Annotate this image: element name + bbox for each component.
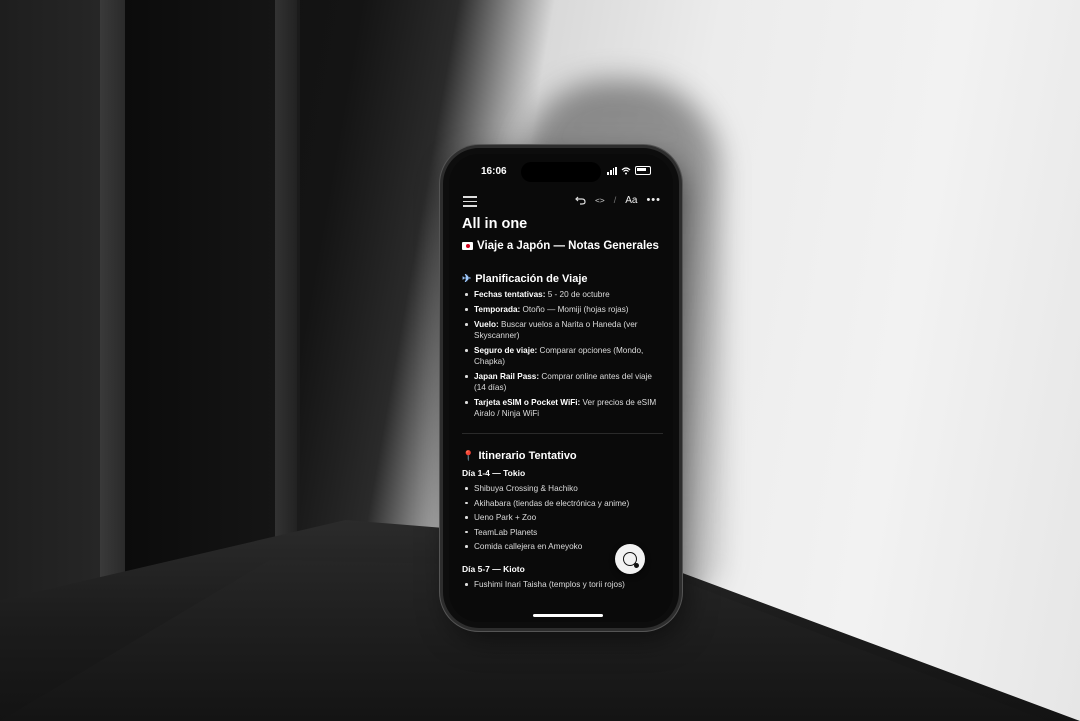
status-bar: 16:06 — [449, 154, 673, 184]
item-label: Vuelo: — [474, 320, 499, 329]
list-item: Seguro de viaje: Comparar opciones (Mond… — [462, 345, 663, 367]
wifi-icon — [621, 166, 631, 174]
list-item: Shibuya Crossing & Hachiko — [462, 483, 663, 494]
page-title: All in one — [462, 216, 528, 232]
signal-icon — [607, 166, 617, 175]
chat-icon — [623, 552, 639, 568]
shelf-panel — [125, 0, 275, 590]
list-item: Temporada: Otoño — Momiji (hojas rojas) — [462, 304, 663, 315]
list-item: Fechas tentativas: 5 - 20 de octubre — [462, 289, 663, 300]
divider — [462, 433, 663, 434]
battery-icon — [635, 166, 651, 175]
item-label: Temporada: — [474, 305, 521, 314]
phone: 16:06 <> / Aa ••• All in one Viaje a Jap… — [443, 148, 679, 628]
shelf-panel — [0, 0, 100, 640]
editor-toolbar: <> / Aa ••• — [449, 192, 673, 212]
note-content[interactable]: All in one Viaje a Japón — Notas General… — [462, 216, 663, 594]
tokio-list: Shibuya Crossing & Hachiko Akihabara (ti… — [462, 483, 663, 552]
item-label: Tarjeta eSIM o Pocket WiFi: — [474, 398, 581, 407]
section-heading-itinerary: 📍 Itinerario Tentativo — [462, 450, 663, 462]
list-item: Akihabara (tiendas de electrónica y anim… — [462, 498, 663, 509]
section-heading-text: Planificación de Viaje — [475, 272, 588, 285]
status-time: 16:06 — [481, 166, 507, 177]
day-label-tokio: Día 1-4 — Tokio — [462, 468, 526, 478]
dynamic-island — [521, 162, 601, 182]
section-heading-planning: ✈ Planificación de Viaje — [462, 272, 663, 286]
planning-list: Fechas tentativas: 5 - 20 de octubre Tem… — [462, 289, 663, 419]
kioto-list: Fushimi Inari Taisha (templos y torii ro… — [462, 579, 663, 590]
home-indicator[interactable] — [533, 614, 603, 617]
more-options-button[interactable]: ••• — [646, 194, 661, 206]
list-item: Vuelo: Buscar vuelos a Narita o Haneda (… — [462, 319, 663, 341]
shelf-edge — [275, 0, 297, 600]
note-heading-text: Viaje a Japón — Notas Generales — [477, 240, 659, 252]
toolbar-separator: / — [613, 195, 617, 205]
list-item: Ueno Park + Zoo — [462, 512, 663, 523]
code-view-button[interactable]: <> — [595, 196, 605, 205]
airplane-icon: ✈ — [462, 273, 472, 285]
item-text: Buscar vuelos a Narita o Haneda (ver Sky… — [474, 320, 638, 340]
status-icons — [607, 166, 651, 175]
note-heading: Viaje a Japón — Notas Generales — [462, 240, 663, 252]
list-item: TeamLab Planets — [462, 527, 663, 538]
section-heading-text: Itinerario Tentativo — [478, 450, 577, 462]
list-item: Japan Rail Pass: Comprar online antes de… — [462, 371, 663, 393]
list-item: Fushimi Inari Taisha (templos y torii ro… — [462, 579, 663, 590]
pin-icon: 📍 — [462, 450, 475, 462]
list-item: Tarjeta eSIM o Pocket WiFi: Ver precios … — [462, 397, 663, 419]
item-label: Seguro de viaje: — [474, 346, 538, 355]
item-label: Fechas tentativas: — [474, 290, 546, 299]
shelf-edge — [100, 0, 125, 660]
phone-screen: 16:06 <> / Aa ••• All in one Viaje a Jap… — [449, 154, 673, 622]
item-label: Japan Rail Pass: — [474, 372, 540, 381]
assistant-button[interactable] — [615, 544, 645, 574]
japan-flag-icon — [462, 242, 473, 250]
menu-icon[interactable] — [463, 196, 477, 207]
undo-icon[interactable] — [575, 195, 586, 205]
item-text: Otoño — Momiji (hojas rojas) — [520, 305, 629, 314]
text-style-button[interactable]: Aa — [625, 195, 637, 206]
item-text: 5 - 20 de octubre — [545, 290, 610, 299]
toolbar-actions: <> / Aa ••• — [575, 194, 661, 206]
